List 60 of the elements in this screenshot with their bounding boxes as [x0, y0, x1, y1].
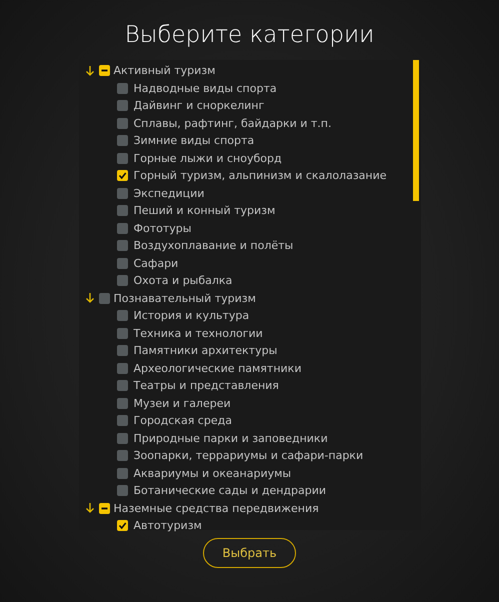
- scrollbar-thumb[interactable]: [412, 60, 418, 201]
- category-label: Горный туризм, альпинизм и скалолазание: [134, 170, 387, 182]
- category-label: Наземные средства передвижения: [114, 502, 319, 514]
- checkbox[interactable]: [116, 135, 128, 146]
- checkbox[interactable]: [116, 100, 128, 112]
- category-label: Охота и рыбалка: [134, 275, 232, 286]
- category-label: Техника и технологии: [134, 328, 263, 339]
- checkbox[interactable]: [98, 65, 110, 76]
- checkbox[interactable]: [116, 520, 128, 532]
- checkbox[interactable]: [116, 240, 128, 252]
- checkbox[interactable]: [98, 502, 110, 514]
- category-label: Пеший и конный туризм: [134, 205, 276, 216]
- checkbox[interactable]: [116, 118, 128, 129]
- checkbox[interactable]: [116, 170, 128, 182]
- checkbox[interactable]: [116, 362, 128, 374]
- category-label: История и культура: [134, 310, 250, 322]
- checkbox[interactable]: [116, 485, 128, 496]
- checkbox[interactable]: [116, 328, 128, 339]
- category-label: Фототуры: [134, 222, 192, 234]
- category-label: Зимние виды спорта: [134, 135, 254, 146]
- page-title: Выберите категории: [124, 21, 376, 50]
- checkbox[interactable]: [116, 188, 128, 199]
- category-label: Активный туризм: [114, 65, 216, 76]
- checkbox[interactable]: [116, 152, 128, 164]
- checkbox[interactable]: [116, 468, 128, 479]
- checkbox[interactable]: [116, 258, 128, 269]
- checkbox[interactable]: [116, 275, 128, 286]
- category-label: Сплавы, рафтинг, байдарки и т.п.: [134, 118, 332, 129]
- checkbox[interactable]: [116, 450, 128, 462]
- category-label: Аквариумы и океанариумы: [134, 468, 292, 479]
- checkbox[interactable]: [116, 432, 128, 444]
- category-label: Сафари: [134, 258, 178, 269]
- checkbox[interactable]: [116, 310, 128, 322]
- checkbox[interactable]: [98, 292, 110, 304]
- category-label: Дайвинг и сноркелинг: [134, 100, 264, 112]
- down-arrow-icon[interactable]: [84, 64, 94, 77]
- select-button[interactable]: Выбрать: [203, 538, 296, 568]
- category-label: Памятники архитектуры: [134, 345, 278, 356]
- category-label: Зоопарки, террариумы и сафари-парки: [134, 450, 364, 462]
- category-label: Надводные виды спорта: [134, 82, 277, 94]
- category-label: Экспедиции: [134, 188, 204, 199]
- checkbox[interactable]: [116, 415, 128, 426]
- checkbox[interactable]: [116, 380, 128, 392]
- checkbox[interactable]: [116, 222, 128, 234]
- category-label: Городская среда: [134, 415, 232, 426]
- checkbox[interactable]: [116, 398, 128, 409]
- category-label: Горные лыжи и сноуборд: [134, 152, 282, 164]
- category-label: Ботанические сады и дендрарии: [134, 485, 326, 496]
- category-label: Познавательный туризм: [114, 292, 256, 304]
- category-label: Автотуризм: [134, 520, 202, 532]
- category-label: Музеи и галереи: [134, 398, 231, 409]
- down-arrow-icon[interactable]: [84, 502, 94, 514]
- checkbox[interactable]: [116, 205, 128, 216]
- category-label: Воздухоплавание и полёты: [134, 240, 294, 252]
- checkbox[interactable]: [116, 82, 128, 94]
- checkbox[interactable]: [116, 345, 128, 356]
- category-label: Театры и представления: [134, 380, 279, 392]
- down-arrow-icon[interactable]: [84, 292, 94, 304]
- category-label: Археологические памятники: [134, 362, 302, 374]
- category-label: Природные парки и заповедники: [134, 432, 328, 444]
